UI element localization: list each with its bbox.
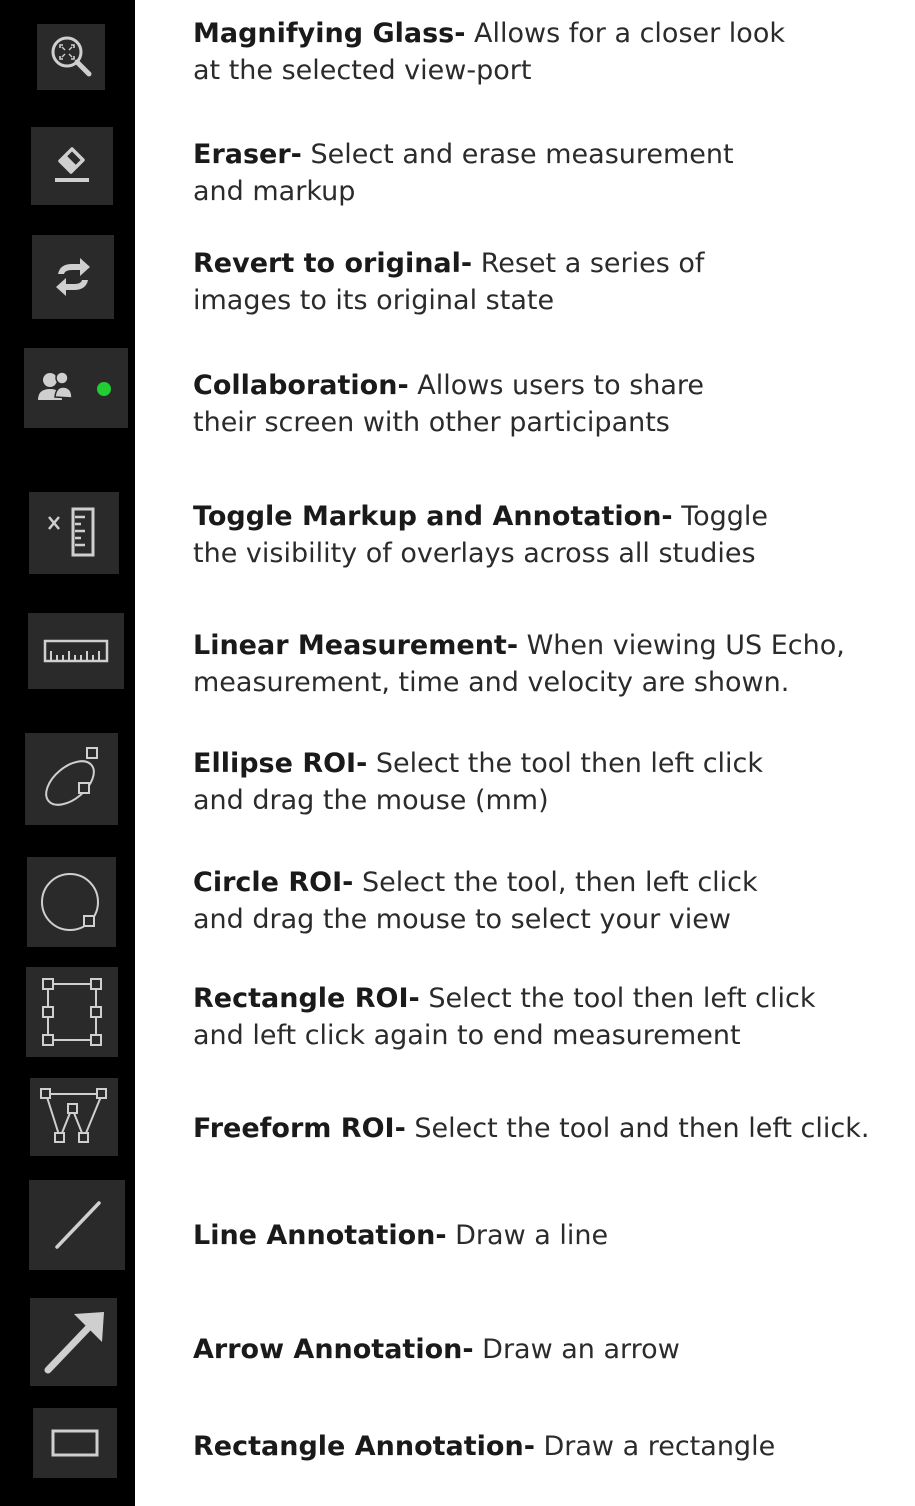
tool-name: Rectangle ROI-: [193, 983, 420, 1014]
tool-desc-line1: Toggle: [672, 501, 769, 532]
tool-description-revert: Revert to original- Reset a series of im…: [193, 245, 908, 319]
ellipse-roi-icon: [44, 747, 98, 806]
tool-description-ellipse-roi: Ellipse ROI- Select the tool then left c…: [193, 745, 908, 819]
tool-name: Magnifying Glass-: [193, 18, 466, 49]
tool-desc-line1: Select the tool then left click: [419, 983, 816, 1014]
tool-desc-line1: Draw an arrow: [473, 1334, 680, 1365]
toggle-markup-button[interactable]: [29, 492, 119, 574]
tool-desc-line1: Draw a line: [446, 1220, 609, 1251]
tool-name: Eraser-: [193, 139, 302, 170]
tool-desc-line2: their screen with other participants: [193, 407, 670, 438]
eraser-button[interactable]: [31, 127, 113, 205]
tool-description-linear-measurement: Linear Measurement- When viewing US Echo…: [193, 627, 908, 701]
tool-description-freeform-roi: Freeform ROI- Select the tool and then l…: [193, 1110, 908, 1147]
rectangle-roi-icon: [42, 978, 102, 1046]
tool-description-line: Line Annotation- Draw a line: [193, 1217, 908, 1254]
arrow-annotation-button[interactable]: [30, 1298, 117, 1386]
arrow-icon: [44, 1312, 104, 1374]
tool-name: Rectangle Annotation-: [193, 1431, 535, 1462]
tool-name: Arrow Annotation-: [193, 1334, 474, 1365]
tool-name: Collaboration-: [193, 370, 409, 401]
online-status-dot: [97, 382, 111, 396]
rectangle-icon: [51, 1429, 99, 1457]
tool-desc-line1: When viewing US Echo,: [518, 630, 845, 661]
tool-desc-line1: Draw a rectangle: [534, 1431, 776, 1462]
tool-description-collaboration: Collaboration- Allows users to share the…: [193, 367, 908, 441]
linear-measurement-button[interactable]: [28, 613, 124, 689]
rectangle-roi-button[interactable]: [26, 967, 118, 1057]
tool-desc-line1: Select the tool, then left click: [353, 867, 758, 898]
tool-desc-line2: measurement, time and velocity are shown…: [193, 667, 790, 698]
tool-desc-line2: and drag the mouse to select your view: [193, 904, 731, 935]
tool-description-circle-roi: Circle ROI- Select the tool, then left c…: [193, 864, 908, 938]
rectangle-annotation-button[interactable]: [33, 1408, 117, 1478]
tool-desc-line1: Select the tool then left click: [367, 748, 764, 779]
tool-desc-line1: Reset a series of: [472, 248, 705, 279]
tool-name: Linear Measurement-: [193, 630, 519, 661]
tool-name: Toggle Markup and Annotation-: [193, 501, 673, 532]
tool-name: Ellipse ROI-: [193, 748, 368, 779]
tool-desc-line2: and left click again to end measurement: [193, 1020, 741, 1051]
freeform-roi-icon: [40, 1088, 107, 1143]
tool-desc-line1: Select and erase measurement: [301, 139, 734, 170]
collaboration-button[interactable]: [24, 348, 128, 428]
tool-desc-line1: Allows for a closer look: [465, 18, 785, 49]
toggle-markup-icon: [48, 507, 95, 557]
circle-roi-button[interactable]: [27, 857, 116, 947]
tool-name: Circle ROI-: [193, 867, 354, 898]
ellipse-roi-button[interactable]: [25, 733, 118, 825]
eraser-icon: [55, 147, 89, 182]
line-annotation-button[interactable]: [29, 1180, 125, 1270]
tool-desc-line1: Allows users to share: [408, 370, 705, 401]
tool-desc-line1: Select the tool and then left click.: [405, 1113, 870, 1144]
tool-name: Line Annotation-: [193, 1220, 447, 1251]
tool-description-rectangle-roi: Rectangle ROI- Select the tool then left…: [193, 980, 908, 1054]
revert-icon: [56, 258, 90, 296]
line-icon: [55, 1201, 101, 1249]
tool-description-eraser: Eraser- Select and erase measurement and…: [193, 136, 908, 210]
ruler-icon: [43, 639, 109, 663]
magnifying-glass-icon: [51, 36, 92, 77]
tool-desc-line2: the visibility of overlays across all st…: [193, 538, 756, 569]
freeform-roi-button[interactable]: [30, 1078, 118, 1156]
tool-name: Revert to original-: [193, 248, 473, 279]
magnifying-glass-button[interactable]: [37, 24, 105, 90]
tool-desc-line2: and drag the mouse (mm): [193, 785, 549, 816]
circle-roi-icon: [40, 873, 99, 931]
toolbar-strip: [0, 0, 135, 1506]
tool-name: Freeform ROI-: [193, 1113, 406, 1144]
tool-description-arrow: Arrow Annotation- Draw an arrow: [193, 1331, 908, 1368]
collaboration-icon: [38, 371, 111, 400]
tool-description-toggle-markup: Toggle Markup and Annotation- Toggle the…: [193, 498, 908, 572]
tool-desc-line2: at the selected view-port: [193, 55, 532, 86]
tool-description-rectangle: Rectangle Annotation- Draw a rectangle: [193, 1428, 908, 1465]
tool-desc-line2: images to its original state: [193, 285, 555, 316]
tool-description-magnifying-glass: Magnifying Glass- Allows for a closer lo…: [193, 15, 908, 89]
tool-desc-line2: and markup: [193, 176, 356, 207]
revert-button[interactable]: [32, 235, 114, 319]
